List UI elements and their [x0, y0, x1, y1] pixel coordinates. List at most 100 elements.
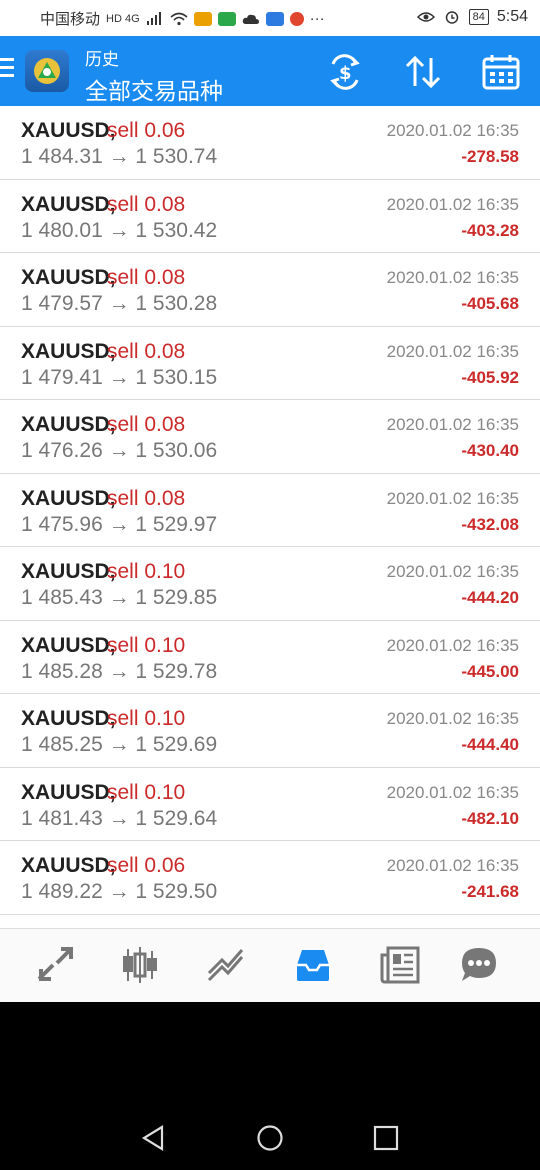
trade-prices: 1 480.01 → 1 530.42 — [21, 218, 218, 242]
trade-row[interactable]: XAUUSD, sell 0.10 1 481.43 → 1 529.64 20… — [0, 768, 540, 841]
calendar-icon[interactable] — [481, 54, 521, 90]
menu-icon[interactable] — [0, 58, 14, 82]
battery-indicator: 84 — [468, 9, 489, 25]
trade-profit: -444.20 — [461, 588, 519, 607]
trade-symbol: XAUUSD, — [21, 854, 116, 877]
trade-date: 2020.01.02 16:35 — [386, 635, 519, 655]
trade-row[interactable]: XAUUSD, sell 0.10 1 485.25 → 1 529.69 20… — [0, 694, 540, 768]
trade-symbol: XAUUSD, — [21, 266, 116, 289]
chart-icon[interactable] — [120, 945, 160, 985]
trade-side-volume: sell 0.08 — [107, 192, 186, 216]
trade-date: 2020.01.02 16:35 — [386, 194, 519, 214]
trade-date: 2020.01.02 16:35 — [386, 121, 519, 140]
sort-icon[interactable] — [403, 54, 443, 90]
trade-side-volume: sell 0.10 — [107, 560, 186, 583]
trade-profit: -241.68 — [461, 882, 519, 901]
carrier-label: 中国移动 — [40, 11, 101, 28]
quotes-icon[interactable] — [35, 945, 75, 985]
trade-date: 2020.01.02 16:35 — [386, 341, 519, 361]
trade-date: 2020.01.02 16:35 — [386, 268, 519, 287]
currency-exchange-icon[interactable]: $ — [325, 54, 365, 90]
trade-symbol: XAUUSD, — [21, 780, 116, 804]
recents-icon[interactable] — [372, 1124, 400, 1152]
trade-row[interactable]: XAUUSD, sell 0.08 1 475.96 → 1 529.97 20… — [0, 474, 540, 547]
app-notification-icon — [193, 11, 212, 26]
trade-symbol: XAUUSD, — [21, 486, 116, 510]
trade-prices: 1 481.43 → 1 529.64 — [21, 806, 218, 830]
eye-icon — [416, 12, 435, 22]
svg-text:$: $ — [339, 63, 352, 84]
trade-profit: -430.40 — [461, 441, 519, 460]
trade-date: 2020.01.02 16:35 — [386, 709, 519, 728]
trade-side-volume: sell 0.08 — [107, 266, 186, 289]
metatrader-logo[interactable] — [25, 50, 69, 92]
trade-prices: 1 479.41 → 1 530.15 — [21, 365, 218, 389]
trade-prices: 1 484.31 → 1 530.74 — [21, 145, 218, 168]
trade-row[interactable]: XAUUSD, sell 0.08 1 479.41 → 1 530.15 20… — [0, 327, 540, 400]
trade-prices: 1 479.57 → 1 530.28 — [21, 292, 218, 315]
trade-symbol: XAUUSD, — [21, 339, 116, 363]
signal-icon — [146, 11, 161, 25]
trade-row[interactable]: XAUUSD, sell 0.08 1 476.26 → 1 530.06 20… — [0, 400, 540, 474]
trade-prices: 1 489.22 → 1 529.50 — [21, 880, 218, 903]
trade-date: 2020.01.02 16:35 — [386, 782, 519, 802]
app-notification-icon — [265, 11, 284, 26]
trade-side-volume: sell 0.08 — [107, 339, 186, 363]
trade-prices: 1 485.43 → 1 529.85 — [21, 586, 218, 609]
cloud-icon — [242, 14, 259, 24]
news-icon[interactable] — [380, 945, 420, 985]
system-nav-bar — [0, 1002, 540, 1170]
home-icon[interactable] — [256, 1124, 284, 1152]
trade-symbol: XAUUSD, — [21, 707, 116, 730]
trade-row[interactable]: XAUUSD, sell 0.10 1 485.28 → 1 529.78 20… — [0, 621, 540, 694]
trade-row[interactable]: XAUUSD, sell 0.06 1 484.31 → 1 530.74 20… — [0, 106, 540, 180]
trade-side-volume: sell 0.10 — [107, 707, 186, 730]
page-subtitle: 历史 — [85, 50, 119, 69]
trade-profit: -445.00 — [461, 661, 519, 681]
page-title[interactable]: 全部交易品种 — [85, 72, 223, 106]
trade-profit: -444.40 — [461, 735, 519, 754]
wifi-icon — [170, 12, 188, 25]
trade-symbol: XAUUSD, — [21, 119, 116, 142]
logo-graphic — [34, 58, 60, 84]
trade-profit: -278.58 — [461, 147, 519, 166]
trade-prices: 1 485.28 → 1 529.78 — [21, 659, 218, 683]
alarm-icon — [445, 11, 458, 24]
trade-prices: 1 485.25 → 1 529.69 — [21, 733, 218, 756]
trade-symbol: XAUUSD, — [21, 633, 116, 657]
trade-symbol: XAUUSD, — [21, 192, 116, 216]
trade-symbol: XAUUSD, — [21, 413, 116, 436]
back-icon[interactable] — [140, 1124, 168, 1152]
app-bar: 历史 全部交易品种 $ — [0, 36, 540, 106]
trade-prices: 1 475.96 → 1 529.97 — [21, 512, 218, 536]
more-notifications-label: ··· — [309, 10, 325, 27]
app-notification-icon — [289, 11, 304, 26]
trade-side-volume: sell 0.06 — [107, 119, 186, 142]
trade-profit: -403.28 — [461, 220, 519, 240]
trade-row[interactable]: XAUUSD, sell 0.08 1 479.57 → 1 530.28 20… — [0, 253, 540, 327]
trade-date: 2020.01.02 16:35 — [386, 415, 519, 434]
app-notification-icon — [217, 11, 236, 26]
trade-side-volume: sell 0.10 — [107, 633, 186, 657]
trade-profit: -405.68 — [461, 294, 519, 313]
trade-side-volume: sell 0.08 — [107, 486, 186, 510]
trade-date: 2020.01.02 16:35 — [386, 856, 519, 875]
trade-history-list[interactable]: XAUUSD, sell 0.06 1 484.31 → 1 530.74 20… — [0, 106, 540, 928]
trade-side-volume: sell 0.10 — [107, 780, 186, 804]
trade-side-volume: sell 0.08 — [107, 413, 186, 436]
trade-profit: -432.08 — [461, 514, 519, 534]
trade-profit: -405.92 — [461, 367, 519, 387]
bottom-tab-bar — [0, 928, 540, 1003]
trade-row[interactable]: XAUUSD, sell 0.06 1 489.22 → 1 529.50 20… — [0, 841, 540, 915]
trade-icon[interactable] — [206, 945, 246, 985]
clock-label: 5:54 — [496, 8, 528, 25]
trade-prices: 1 476.26 → 1 530.06 — [21, 439, 218, 462]
network-label: HD 4G — [106, 12, 140, 25]
history-icon[interactable] — [293, 945, 333, 985]
chat-icon[interactable] — [459, 945, 499, 985]
trade-row[interactable]: XAUUSD, sell 0.08 1 480.01 → 1 530.42 20… — [0, 180, 540, 253]
trade-row[interactable]: XAUUSD, sell 0.10 1 485.43 → 1 529.85 20… — [0, 547, 540, 621]
trade-side-volume: sell 0.06 — [107, 854, 186, 877]
status-bar: 中国移动 HD 4G ··· 84 5:54 — [0, 0, 540, 36]
trade-profit: -482.10 — [461, 808, 519, 828]
